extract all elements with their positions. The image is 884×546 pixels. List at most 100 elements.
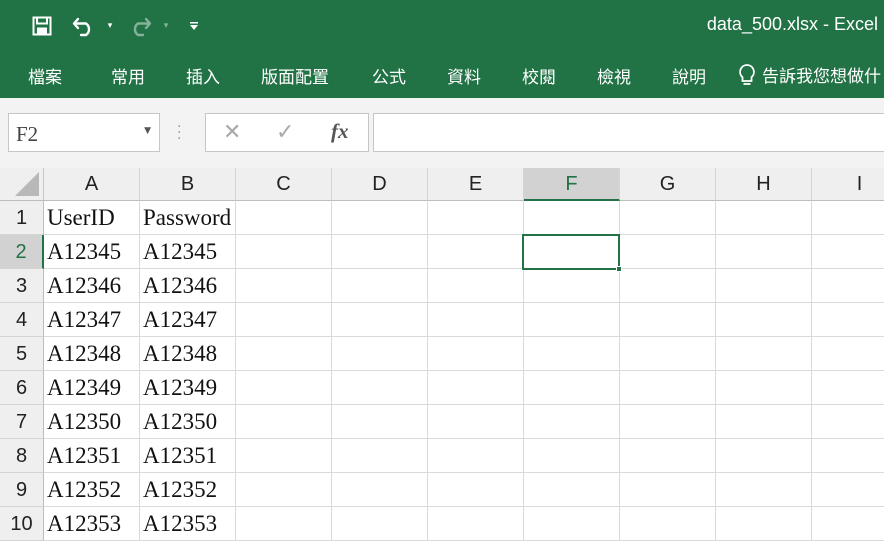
insert-function-icon[interactable]: fx (331, 119, 349, 144)
cell-f9[interactable] (524, 473, 620, 507)
enter-icon[interactable]: ✓ (276, 120, 294, 145)
cell-e9[interactable] (428, 473, 524, 507)
cell-b9[interactable]: A12352 (140, 473, 236, 507)
cell-a6[interactable]: A12349 (44, 371, 140, 405)
cell-h10[interactable] (716, 507, 812, 541)
cell-h9[interactable] (716, 473, 812, 507)
cell-h1[interactable] (716, 201, 812, 235)
cell-e3[interactable] (428, 269, 524, 303)
cell-g3[interactable] (620, 269, 716, 303)
formula-input[interactable] (373, 113, 884, 152)
cell-h2[interactable] (716, 235, 812, 269)
formula-bar-splitter[interactable]: · · · (177, 120, 183, 146)
tab-page-layout[interactable]: 版面配置 (261, 63, 329, 88)
tab-insert[interactable]: 插入 (186, 63, 220, 88)
cell-h6[interactable] (716, 371, 812, 405)
cell-b7[interactable]: A12350 (140, 405, 236, 439)
cell-i4[interactable] (812, 303, 884, 337)
tab-review[interactable]: 校閱 (522, 63, 556, 88)
cell-e7[interactable] (428, 405, 524, 439)
cell-b6[interactable]: A12349 (140, 371, 236, 405)
cell-c8[interactable] (236, 439, 332, 473)
cell-g6[interactable] (620, 371, 716, 405)
name-box[interactable]: F2 ▼ (8, 113, 160, 152)
row-header-5[interactable]: 5 (0, 337, 44, 371)
cell-f7[interactable] (524, 405, 620, 439)
cell-e10[interactable] (428, 507, 524, 541)
cell-f5[interactable] (524, 337, 620, 371)
cell-f3[interactable] (524, 269, 620, 303)
cell-i3[interactable] (812, 269, 884, 303)
cell-f1[interactable] (524, 201, 620, 235)
column-header-i[interactable]: I (812, 168, 884, 201)
cell-d6[interactable] (332, 371, 428, 405)
cell-b4[interactable]: A12347 (140, 303, 236, 337)
cell-i2[interactable] (812, 235, 884, 269)
cell-b5[interactable]: A12348 (140, 337, 236, 371)
select-all-button[interactable] (0, 168, 44, 201)
cell-g5[interactable] (620, 337, 716, 371)
cell-h3[interactable] (716, 269, 812, 303)
column-header-f[interactable]: F (524, 168, 620, 201)
cell-a7[interactable]: A12350 (44, 405, 140, 439)
cell-c4[interactable] (236, 303, 332, 337)
cell-e8[interactable] (428, 439, 524, 473)
save-icon[interactable] (26, 12, 58, 40)
cell-i8[interactable] (812, 439, 884, 473)
cell-b2[interactable]: A12345 (140, 235, 236, 269)
cell-i7[interactable] (812, 405, 884, 439)
cell-h7[interactable] (716, 405, 812, 439)
cell-d5[interactable] (332, 337, 428, 371)
row-header-7[interactable]: 7 (0, 405, 44, 439)
tab-formulas[interactable]: 公式 (372, 63, 406, 88)
worksheet-grid[interactable]: A B C D E F G H I 1 UserID Password 2 A12345 A12345 3 A1… (0, 168, 884, 546)
column-header-e[interactable]: E (428, 168, 524, 201)
column-header-a[interactable]: A (44, 168, 140, 201)
cell-a9[interactable]: A12352 (44, 473, 140, 507)
cell-i10[interactable] (812, 507, 884, 541)
cell-a5[interactable]: A12348 (44, 337, 140, 371)
cell-d1[interactable] (332, 201, 428, 235)
cell-c7[interactable] (236, 405, 332, 439)
row-header-6[interactable]: 6 (0, 371, 44, 405)
cell-e4[interactable] (428, 303, 524, 337)
cell-h5[interactable] (716, 337, 812, 371)
cell-f8[interactable] (524, 439, 620, 473)
cell-c3[interactable] (236, 269, 332, 303)
column-header-h[interactable]: H (716, 168, 812, 201)
cell-d10[interactable] (332, 507, 428, 541)
cell-b3[interactable]: A12346 (140, 269, 236, 303)
row-header-4[interactable]: 4 (0, 303, 44, 337)
column-header-b[interactable]: B (140, 168, 236, 201)
tab-view[interactable]: 檢視 (597, 63, 631, 88)
undo-icon[interactable] (66, 12, 102, 40)
row-header-8[interactable]: 8 (0, 439, 44, 473)
cell-e6[interactable] (428, 371, 524, 405)
row-header-1[interactable]: 1 (0, 201, 44, 235)
cell-b8[interactable]: A12351 (140, 439, 236, 473)
column-header-d[interactable]: D (332, 168, 428, 201)
cell-d8[interactable] (332, 439, 428, 473)
cell-a3[interactable]: A12346 (44, 269, 140, 303)
cell-d2[interactable] (332, 235, 428, 269)
cell-c1[interactable] (236, 201, 332, 235)
cell-d3[interactable] (332, 269, 428, 303)
tab-home[interactable]: 常用 (111, 63, 145, 88)
cell-a2[interactable]: A12345 (44, 235, 140, 269)
cell-g9[interactable] (620, 473, 716, 507)
cell-a1[interactable]: UserID (44, 201, 140, 235)
cell-c2[interactable] (236, 235, 332, 269)
cell-a10[interactable]: A12353 (44, 507, 140, 541)
cell-a8[interactable]: A12351 (44, 439, 140, 473)
tab-data[interactable]: 資料 (447, 63, 481, 88)
row-header-2[interactable]: 2 (0, 235, 44, 269)
cell-g10[interactable] (620, 507, 716, 541)
cell-d4[interactable] (332, 303, 428, 337)
cell-c6[interactable] (236, 371, 332, 405)
cancel-icon[interactable]: ✕ (223, 120, 241, 145)
cell-b1[interactable]: Password (140, 201, 236, 235)
cell-d7[interactable] (332, 405, 428, 439)
cell-i5[interactable] (812, 337, 884, 371)
cell-f6[interactable] (524, 371, 620, 405)
cell-h8[interactable] (716, 439, 812, 473)
